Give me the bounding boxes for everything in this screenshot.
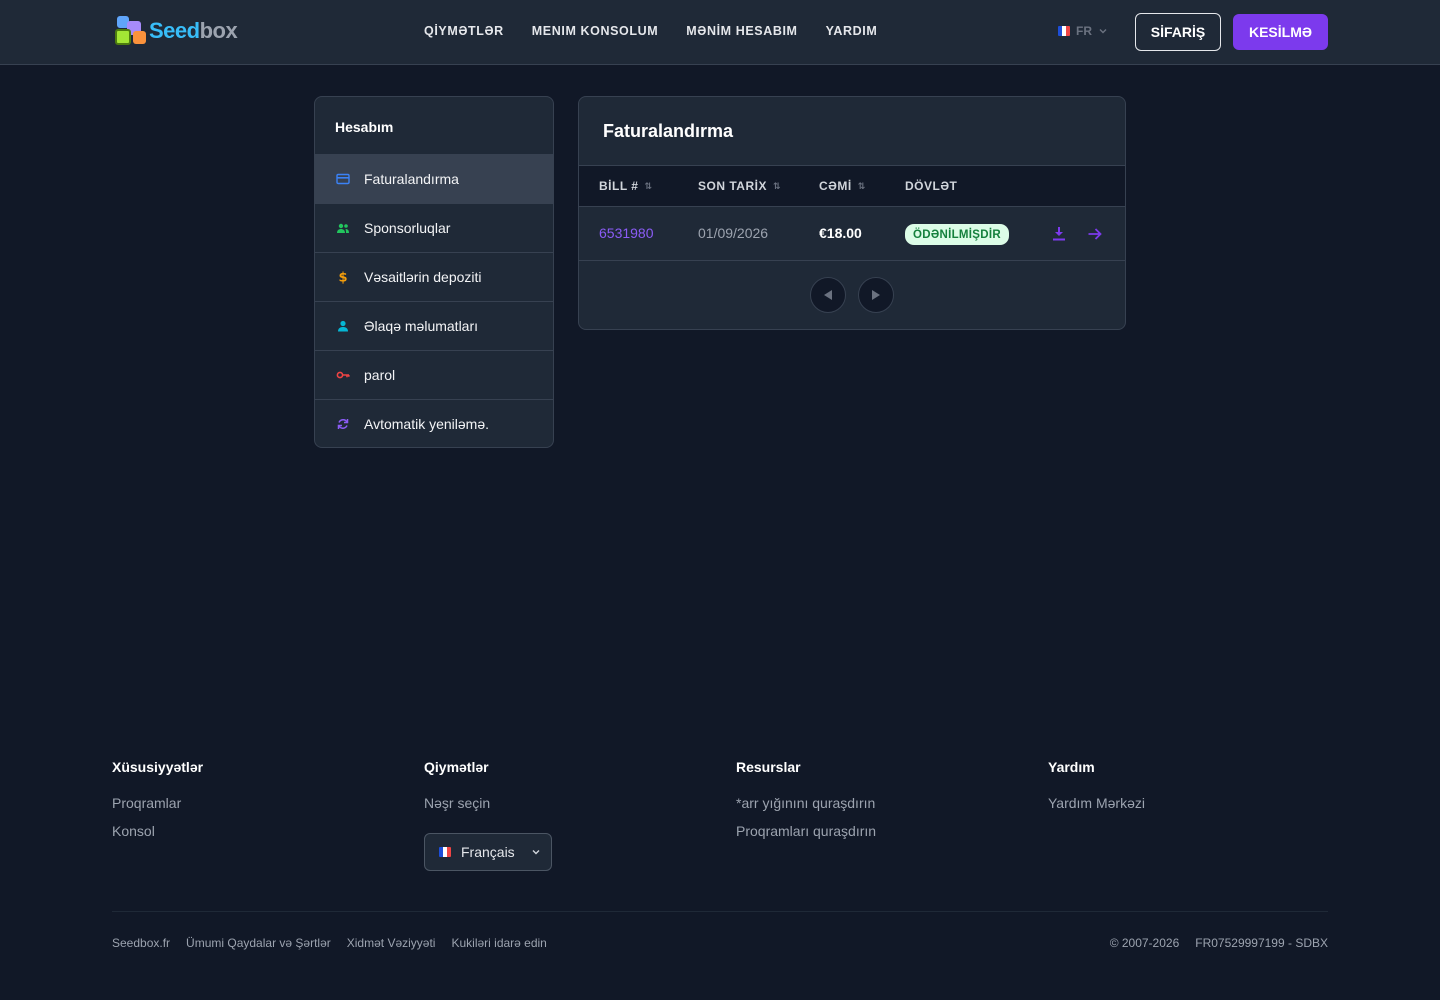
footer-link-console[interactable]: Konsol [112, 823, 203, 839]
sidebar-item-label: Vəsaitlərin depoziti [364, 269, 482, 285]
user-icon [338, 320, 348, 332]
column-due-date-label: SON TARİX [698, 179, 767, 193]
company-id-text: FR07529997199 - SDBX [1195, 936, 1328, 950]
billing-title: Faturalandırma [579, 97, 1125, 166]
france-flag-icon [1058, 26, 1070, 36]
france-flag-icon [439, 847, 451, 857]
logout-button[interactable]: KESİLMƏ [1233, 14, 1328, 50]
footer-col-resources: Resurslar *arr yığınını quraşdırın Proqr… [736, 759, 876, 851]
status-badge: ÖDƏNİLMİŞDİR [905, 224, 1009, 245]
language-select[interactable]: Français [424, 833, 552, 871]
footer-heading: Qiymətlər [424, 759, 489, 775]
seedbox-logo[interactable]: Seedbox [113, 15, 248, 47]
sidebar-item-billing[interactable]: Faturalandırma [315, 154, 553, 203]
copyright-text: © 2007-2026 [1109, 936, 1180, 950]
footer-link-terms[interactable]: Ümumi Qaydalar və Şərtlər [186, 936, 331, 950]
footer-col-features: Xüsusiyyətlər Proqramlar Konsol [112, 759, 203, 851]
users-icon [337, 223, 349, 233]
footer-divider [112, 911, 1328, 912]
logo-cubes-icon [113, 15, 149, 47]
footer-heading: Xüsusiyyətlər [112, 759, 204, 775]
sort-icon: ⇅ [857, 180, 866, 191]
sidebar-item-deposit[interactable]: $ Vəsaitlərin depoziti [315, 252, 553, 301]
footer-link-cookies[interactable]: Kukiləri idarə edin [451, 936, 546, 950]
credit-card-icon [336, 173, 350, 185]
account-sidebar: Hesabım Faturalandırma Sponsorluqlar $ V… [314, 96, 554, 448]
column-status: DÖVLƏT [905, 179, 957, 193]
footer-link-help-center[interactable]: Yardım Mərkəzi [1048, 795, 1145, 811]
language-code: FR [1076, 24, 1092, 38]
arrow-right-icon[interactable] [1086, 225, 1104, 243]
language-select-value: Français [461, 844, 515, 860]
nav-help[interactable]: YARDIM [826, 24, 878, 38]
column-bill[interactable]: BİLL # ⇅ [599, 179, 653, 193]
nav-account[interactable]: MƏNİM HESABIM [686, 24, 797, 38]
footer-link-choose-edition[interactable]: Nəşr seçin [424, 795, 564, 811]
footer-link-apps[interactable]: Proqramlar [112, 795, 203, 811]
sidebar-item-label: Sponsorluqlar [364, 220, 451, 236]
footer-link-status[interactable]: Xidmət Vəziyyəti [347, 936, 436, 950]
sort-icon: ⇅ [644, 180, 653, 191]
triangle-left-icon [824, 290, 832, 300]
key-icon [336, 371, 350, 379]
footer-heading: Yardım [1048, 759, 1095, 775]
pagination [810, 277, 894, 313]
next-page-button[interactable] [858, 277, 894, 313]
dollar-icon: $ [338, 271, 347, 285]
billing-table-header: BİLL # ⇅ SON TARİX ⇅ CƏMİ ⇅ DÖVLƏT [579, 166, 1125, 207]
column-total[interactable]: CƏMİ ⇅ [819, 179, 866, 193]
prev-page-button[interactable] [810, 277, 846, 313]
table-row: 6531980 01/09/2026 €18.00 ÖDƏNİLMİŞDİR [579, 207, 1125, 261]
triangle-right-icon [872, 290, 880, 300]
bill-total: €18.00 [819, 225, 862, 241]
footer-link-install-apps[interactable]: Proqramları quraşdırın [736, 823, 876, 839]
sidebar-item-label: Əlaqə məlumatları [364, 318, 479, 334]
sidebar-item-label: parol [364, 367, 396, 383]
footer-link-site[interactable]: Seedbox.fr [112, 936, 170, 950]
chevron-down-icon [532, 850, 540, 855]
nav-console[interactable]: MENIM KONSOLUM [532, 24, 658, 38]
column-bill-label: BİLL # [599, 179, 639, 193]
sidebar-item-sponsorships[interactable]: Sponsorluqlar [315, 203, 553, 252]
footer-bottom: Seedbox.fr Ümumi Qaydalar və Şərtlər Xid… [112, 936, 1328, 950]
bill-number-link[interactable]: 6531980 [599, 225, 654, 241]
download-icon[interactable] [1050, 225, 1068, 243]
footer-col-prices: Qiymətlər Nəşr seçin Français [424, 759, 564, 879]
top-navbar: Seedbox QİYMƏTLƏR MENIM KONSOLUM MƏNİM H… [0, 0, 1440, 65]
footer-legal: © 2007-2026 FR07529997199 - SDBX [1110, 936, 1328, 950]
sidebar-item-label: Avtomatik yeniləmə. [364, 416, 490, 432]
order-button[interactable]: SİFARİŞ [1135, 13, 1221, 51]
sidebar-item-password[interactable]: parol [315, 350, 553, 399]
chevron-down-icon [1099, 29, 1107, 34]
sidebar-title: Hesabım [335, 119, 394, 135]
footer-link-arr-stack[interactable]: *arr yığınını quraşdırın [736, 795, 876, 811]
nav-prices[interactable]: QİYMƏTLƏR [424, 24, 504, 38]
sort-icon: ⇅ [772, 180, 781, 191]
svg-text:$: $ [338, 271, 347, 285]
sidebar-item-auto-renew[interactable]: Avtomatik yeniləmə. [315, 399, 553, 447]
sidebar-item-contact[interactable]: Əlaqə məlumatları [315, 301, 553, 350]
refresh-icon [337, 419, 349, 429]
main-nav: QİYMƏTLƏR MENIM KONSOLUM MƏNİM HESABIM Y… [424, 24, 877, 38]
column-total-label: CƏMİ [819, 179, 852, 193]
column-status-label: DÖVLƏT [905, 179, 958, 193]
logo-text: Seedbox [149, 18, 238, 43]
column-due-date[interactable]: SON TARİX ⇅ [698, 179, 781, 193]
billing-card: Faturalandırma BİLL # ⇅ SON TARİX ⇅ CƏMİ… [578, 96, 1126, 330]
footer-heading: Resurslar [736, 759, 801, 775]
sidebar-item-label: Faturalandırma [364, 171, 459, 187]
language-switcher[interactable]: FR [1058, 24, 1108, 38]
due-date: 01/09/2026 [698, 225, 769, 241]
footer-col-help: Yardım Yardım Mərkəzi [1048, 759, 1145, 823]
